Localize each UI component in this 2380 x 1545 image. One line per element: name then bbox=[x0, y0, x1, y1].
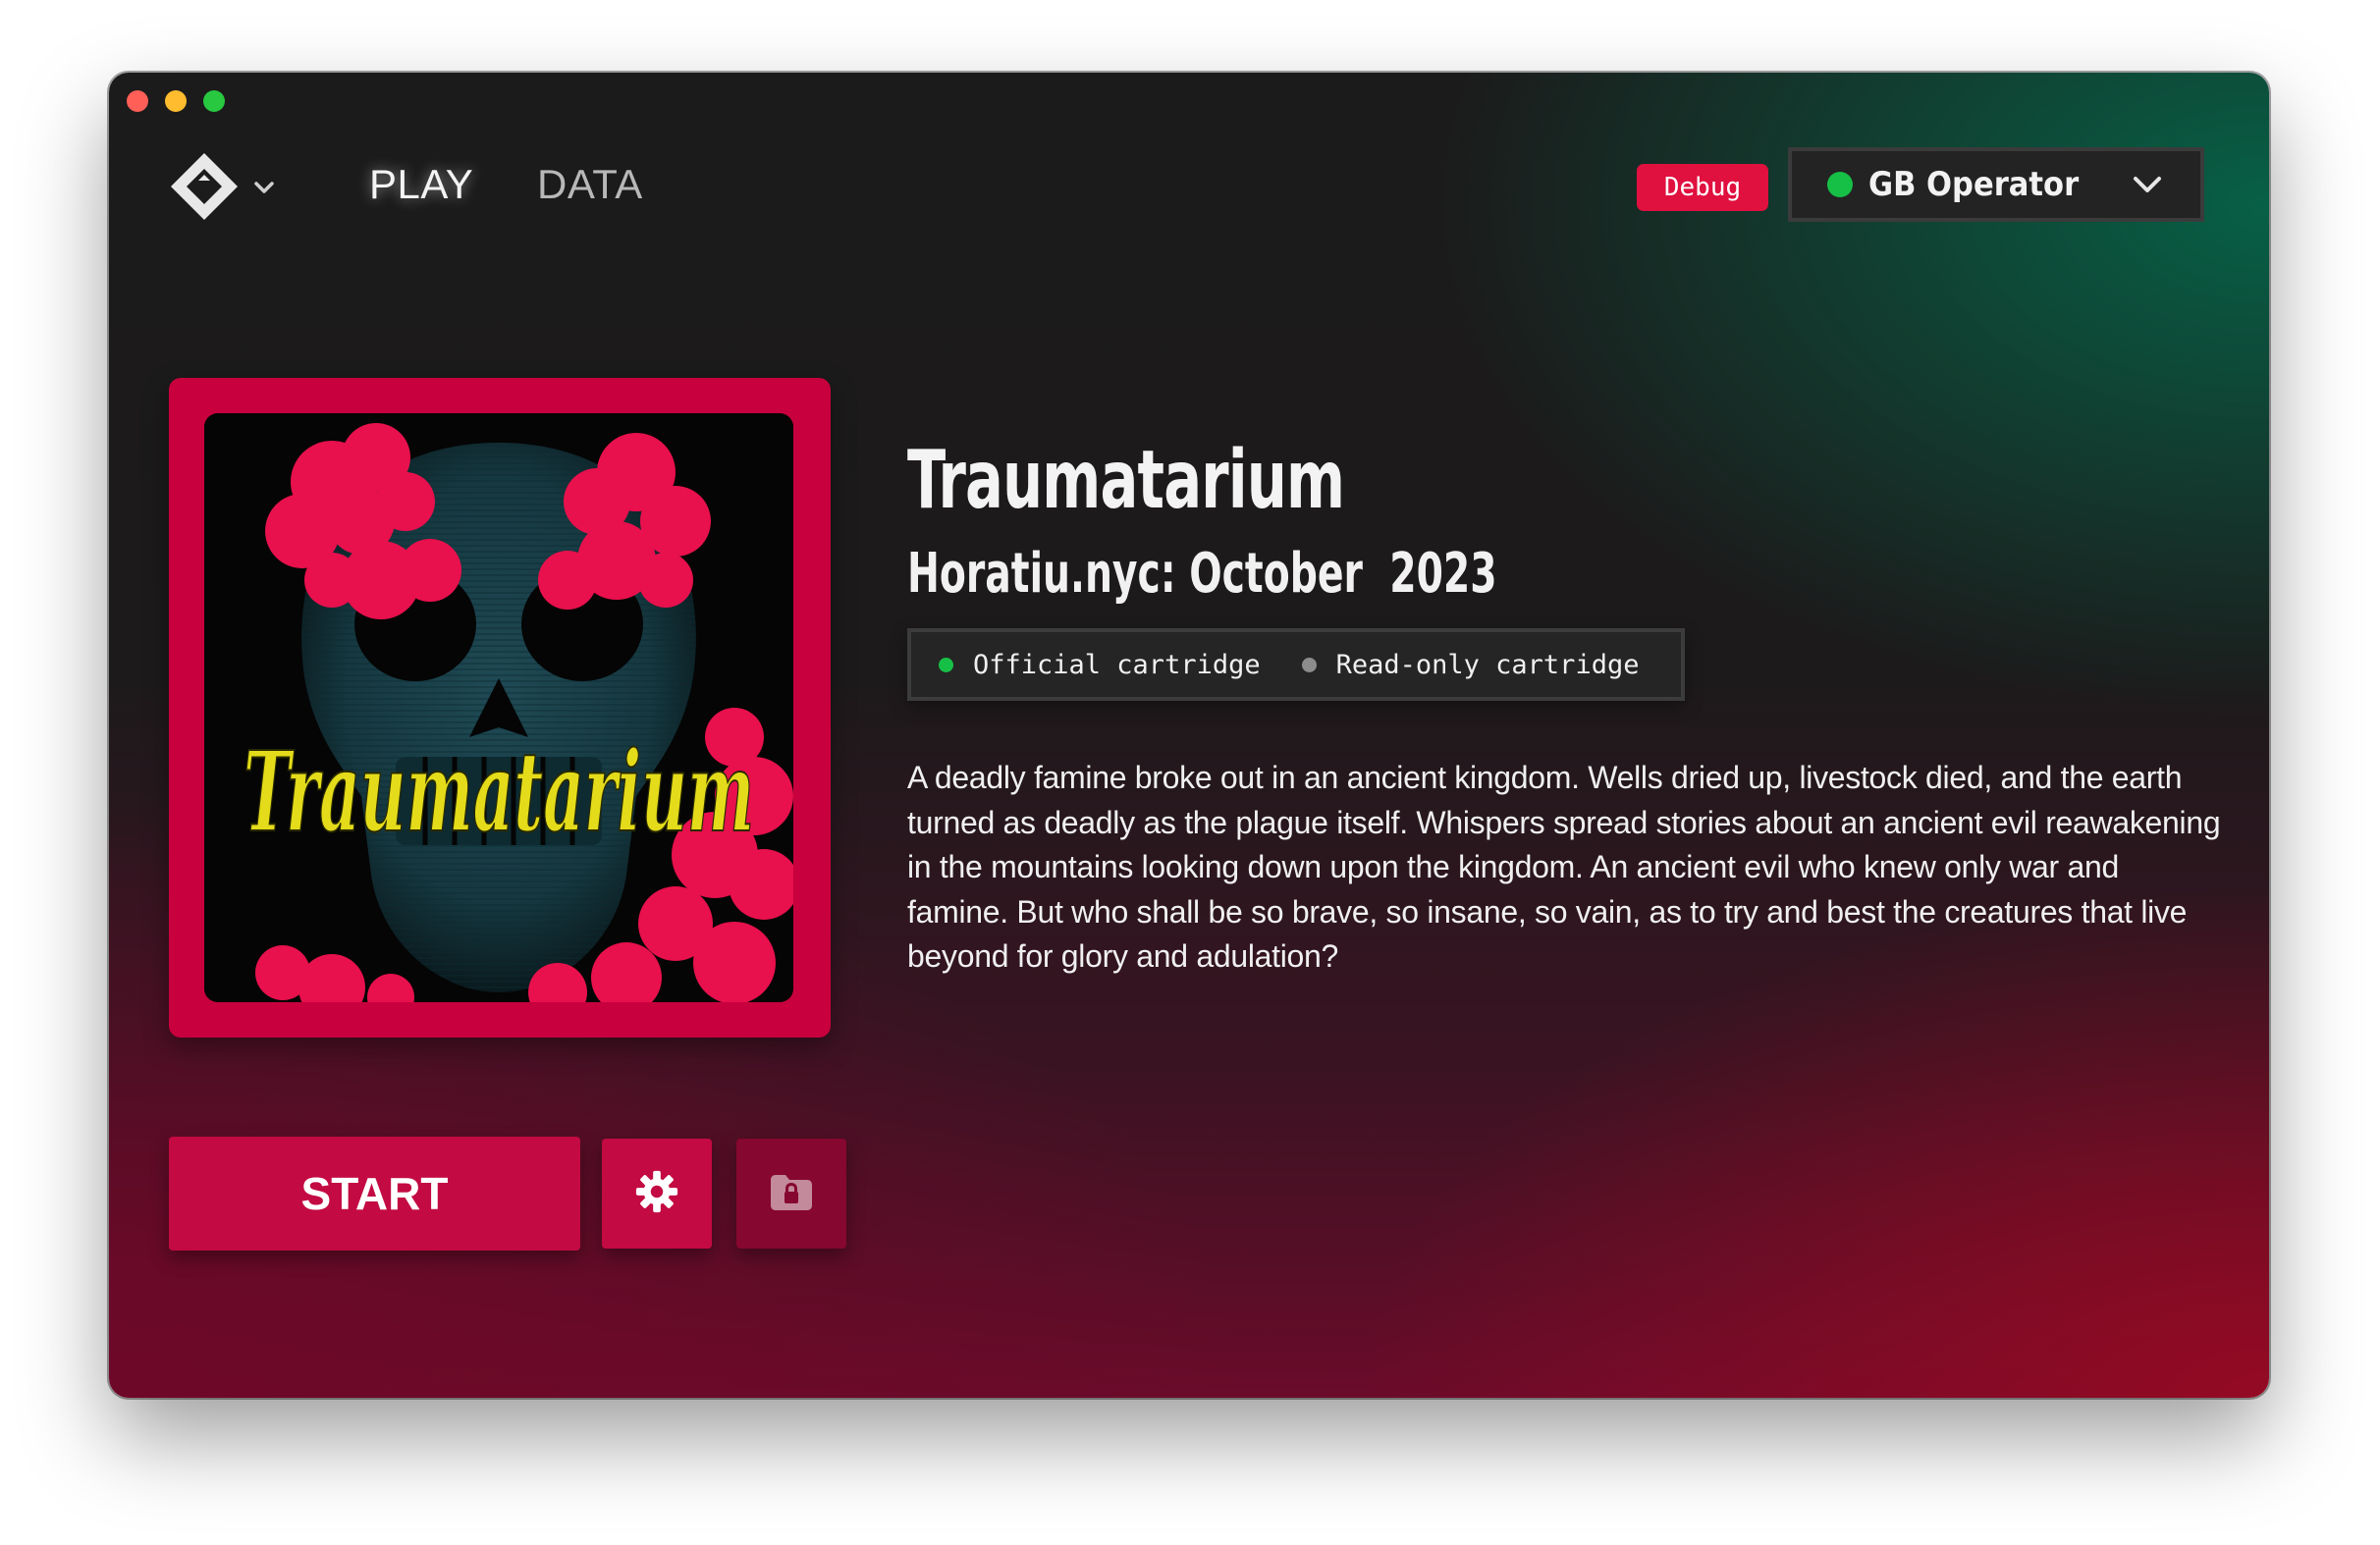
game-description: A deadly famine broke out in an ancient … bbox=[907, 760, 2221, 974]
tag-label: Official cartridge bbox=[973, 649, 1261, 680]
nav-tab-data[interactable]: DATA bbox=[537, 161, 643, 208]
app-logo-icon[interactable] bbox=[169, 151, 240, 222]
status-dot-icon bbox=[939, 657, 953, 672]
nav-tab-play[interactable]: PLAY bbox=[369, 161, 473, 208]
debug-badge: Debug bbox=[1637, 164, 1768, 211]
game-cover-image: Traumatarium bbox=[204, 413, 793, 1002]
close-window-button[interactable] bbox=[127, 90, 148, 112]
tag-read-only-cartridge: Read-only cartridge bbox=[1301, 649, 1640, 680]
device-selector-dropdown[interactable]: GB Operator bbox=[1788, 147, 2204, 222]
minimize-window-button[interactable] bbox=[165, 90, 187, 112]
status-dot-icon bbox=[1301, 657, 1317, 672]
game-subtitle: Horatiu.nyc: October 2023 bbox=[907, 542, 1497, 606]
locked-folder-button[interactable] bbox=[736, 1139, 846, 1249]
cartridge-tags: Official cartridge Read-only cartridge bbox=[907, 628, 1685, 701]
window-controls bbox=[127, 90, 225, 112]
app-window: PLAY DATA Debug GB Operator Traumatarium… bbox=[109, 73, 2269, 1398]
start-button[interactable]: START bbox=[169, 1137, 580, 1251]
game-title: Traumatarium bbox=[907, 434, 1345, 527]
logo-menu-chevron-down-icon[interactable] bbox=[252, 179, 276, 196]
cover-title-art: Traumatarium bbox=[243, 728, 754, 857]
connection-status-indicator bbox=[1827, 172, 1853, 197]
gear-icon bbox=[634, 1169, 679, 1219]
zoom-window-button[interactable] bbox=[203, 90, 225, 112]
folder-lock-icon bbox=[768, 1172, 815, 1216]
settings-button[interactable] bbox=[602, 1139, 712, 1249]
device-name-label: GB Operator bbox=[1868, 165, 2080, 204]
tag-label: Read-only cartridge bbox=[1335, 649, 1640, 680]
chevron-down-icon bbox=[2132, 175, 2163, 194]
tag-official-cartridge: Official cartridge bbox=[939, 650, 1261, 680]
cover-art-frame: Traumatarium bbox=[169, 378, 831, 1038]
